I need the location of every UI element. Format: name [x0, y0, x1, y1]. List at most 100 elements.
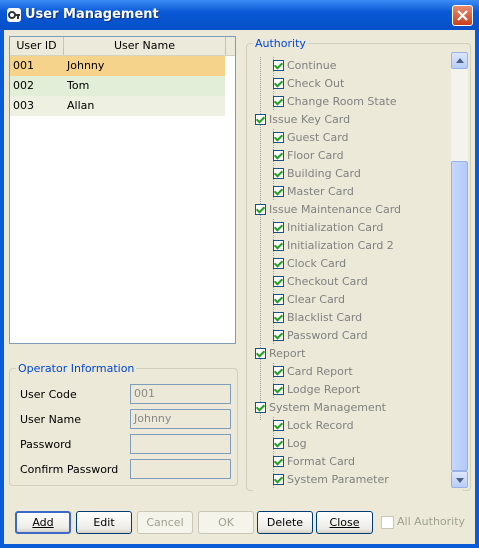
scroll-thumb[interactable] — [451, 161, 468, 471]
authority-node-label: Building Card — [287, 167, 361, 180]
app-icon — [7, 8, 21, 22]
authority-checkbox[interactable] — [273, 150, 284, 161]
authority-node[interactable]: Building Card — [253, 165, 453, 183]
authority-node[interactable]: Clock Card — [253, 255, 453, 273]
user-code-field[interactable]: 001 — [130, 384, 231, 404]
table-row[interactable]: 002 Tom — [10, 76, 225, 96]
ok-button[interactable]: OK — [198, 511, 254, 534]
authority-checkbox[interactable] — [273, 186, 284, 197]
all-authority-checkbox[interactable] — [381, 516, 394, 529]
table-row[interactable]: 001 Johnny — [10, 56, 225, 76]
column-header-user-name[interactable]: User Name — [64, 37, 226, 55]
authority-node[interactable]: Checkout Card — [253, 273, 453, 291]
authority-checkbox[interactable] — [273, 456, 284, 467]
table-row[interactable]: 003 Allan — [10, 96, 225, 116]
authority-checkbox[interactable] — [255, 204, 266, 215]
add-button-label: Add — [32, 516, 54, 529]
password-label: Password — [20, 438, 72, 451]
user-name-label: User Name — [20, 413, 82, 426]
close-button[interactable]: Close — [316, 511, 373, 534]
user-code-label: User Code — [20, 388, 77, 401]
authority-checkbox[interactable] — [273, 240, 284, 251]
edit-button[interactable]: Edit — [76, 511, 132, 534]
column-header-user-id[interactable]: User ID — [10, 37, 64, 55]
cancel-button[interactable]: Cancel — [137, 511, 193, 534]
authority-checkbox[interactable] — [273, 420, 284, 431]
authority-checkbox[interactable] — [273, 474, 284, 485]
close-icon — [457, 10, 468, 21]
authority-node-label: Log — [287, 437, 307, 450]
close-button-label: Close — [329, 516, 360, 529]
authority-scrollbar[interactable] — [451, 52, 468, 488]
authority-node-label: Lodge Report — [287, 383, 361, 396]
user-name-cell: Allan — [67, 99, 95, 112]
authority-node[interactable]: Initialization Card 2 — [253, 237, 453, 255]
authority-tree[interactable]: Continue Check Out Change Room State Issue … — [253, 57, 463, 501]
authority-node-label: Card Report — [287, 365, 353, 378]
authority-node[interactable]: Lodge Report — [253, 381, 453, 399]
authority-checkbox[interactable] — [273, 78, 284, 89]
authority-node-label: System Management — [269, 401, 386, 414]
user-id-cell: 002 — [13, 79, 34, 92]
authority-node-label: Password Card — [287, 329, 368, 342]
authority-node[interactable]: Change Room State — [253, 93, 453, 111]
authority-node[interactable]: Floor Card — [253, 147, 453, 165]
authority-checkbox[interactable] — [273, 258, 284, 269]
list-header: User ID User Name — [10, 37, 235, 56]
authority-node-label: System Parameter — [287, 473, 389, 486]
cancel-button-label: Cancel — [146, 516, 184, 529]
authority-node[interactable]: Check Out — [253, 75, 453, 93]
operator-information-group: Operator Information User Code 001 User … — [9, 362, 238, 486]
scroll-up-button[interactable] — [451, 52, 468, 69]
authority-node[interactable]: Guest Card — [253, 129, 453, 147]
authority-checkbox[interactable] — [255, 348, 266, 359]
authority-node[interactable]: Issue Key Card — [253, 111, 453, 129]
user-list[interactable]: User ID User Name 001 Johnny 002 Tom 003… — [9, 36, 236, 344]
operator-information-title: Operator Information — [16, 362, 137, 375]
title-bar[interactable]: User Management — [0, 0, 479, 30]
user-name-field[interactable]: Johnny — [130, 409, 231, 429]
authority-checkbox[interactable] — [273, 294, 284, 305]
authority-checkbox[interactable] — [273, 384, 284, 395]
chevron-up-icon — [456, 58, 464, 63]
authority-checkbox[interactable] — [273, 438, 284, 449]
authority-node[interactable]: Lock Record — [253, 417, 453, 435]
authority-checkbox[interactable] — [273, 222, 284, 233]
authority-checkbox[interactable] — [273, 60, 284, 71]
authority-node[interactable]: Format Card — [253, 453, 453, 471]
authority-node[interactable]: Blacklist Card — [253, 309, 453, 327]
user-id-cell: 003 — [13, 99, 34, 112]
authority-checkbox[interactable] — [273, 168, 284, 179]
user-name-cell: Johnny — [67, 59, 105, 72]
chevron-down-icon — [456, 478, 464, 483]
authority-node[interactable]: Password Card — [253, 327, 453, 345]
delete-button[interactable]: Delete — [257, 511, 313, 534]
authority-checkbox[interactable] — [273, 366, 284, 377]
authority-node-label: Floor Card — [287, 149, 344, 162]
authority-node[interactable]: Continue — [253, 57, 453, 75]
authority-node[interactable]: Clear Card — [253, 291, 453, 309]
confirm-password-field[interactable] — [130, 459, 231, 479]
authority-node[interactable]: Issue Maintenance Card — [253, 201, 453, 219]
authority-node[interactable]: System Management — [253, 399, 453, 417]
delete-button-label: Delete — [266, 516, 304, 529]
authority-checkbox[interactable] — [255, 402, 266, 413]
window-title: User Management — [25, 7, 159, 22]
authority-checkbox[interactable] — [273, 312, 284, 323]
authority-node[interactable]: Card Report — [253, 363, 453, 381]
authority-checkbox[interactable] — [273, 96, 284, 107]
window-close-button[interactable] — [452, 5, 473, 26]
authority-checkbox[interactable] — [273, 276, 284, 287]
authority-node[interactable]: Log — [253, 435, 453, 453]
authority-checkbox[interactable] — [273, 132, 284, 143]
add-button[interactable]: Add — [15, 511, 71, 534]
authority-node-label: Checkout Card — [287, 275, 368, 288]
authority-checkbox[interactable] — [255, 114, 266, 125]
authority-node[interactable]: System Parameter — [253, 471, 453, 489]
authority-node[interactable]: Report — [253, 345, 453, 363]
authority-checkbox[interactable] — [273, 330, 284, 341]
authority-node[interactable]: Master Card — [253, 183, 453, 201]
authority-node[interactable]: Initialization Card — [253, 219, 453, 237]
scroll-down-button[interactable] — [451, 471, 468, 488]
password-field[interactable] — [130, 434, 231, 454]
